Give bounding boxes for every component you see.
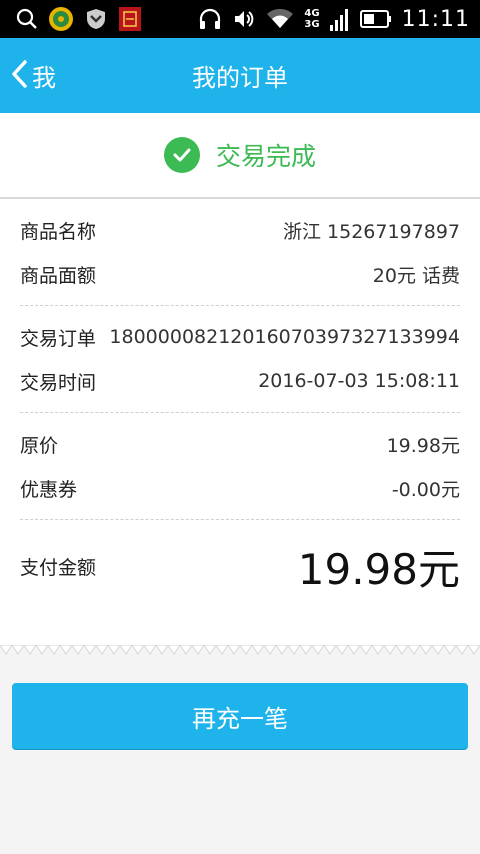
network-3g-label: 3G — [304, 19, 320, 30]
goods-section: 商品名称 浙江 15267197897 商品面额 20元 话费 — [0, 199, 480, 305]
trade-time-row: 交易时间 2016-07-03 15:08:11 — [20, 359, 460, 403]
goods-denomination-label: 商品面额 — [20, 264, 97, 287]
goods-name-value: 浙江 15267197897 — [282, 220, 460, 243]
trade-time-label: 交易时间 — [20, 371, 97, 394]
check-circle-icon — [163, 137, 200, 173]
coupon-label: 优惠券 — [20, 478, 78, 501]
network-4g-label: 4G — [304, 8, 320, 19]
coupon-row: 优惠券 -0.00元 — [20, 466, 460, 510]
app-header: 我 我的订单 — [0, 38, 480, 113]
payment-label: 支付金额 — [20, 556, 97, 579]
page-title: 我的订单 — [192, 64, 288, 92]
headphones-icon — [198, 7, 222, 31]
receipt-edge — [0, 645, 480, 655]
order-number-value: 18000008212016070397327133994 — [109, 326, 460, 348]
network-type: 4G 3G — [304, 8, 319, 30]
trade-status: 交易完成 — [0, 113, 480, 199]
recharge-again-button[interactable]: 再充一笔 — [12, 683, 468, 749]
signal-icon — [329, 7, 350, 31]
clock-time: 11:11 — [401, 6, 470, 32]
payment-amount: 19.98元 — [297, 544, 460, 594]
trade-status-text: 交易完成 — [215, 142, 316, 171]
trade-section: 交易订单 18000008212016070397327133994 交易时间 … — [0, 306, 480, 412]
back-button[interactable]: 我 — [10, 38, 56, 113]
order-number-label: 交易订单 — [20, 327, 97, 350]
volume-icon — [232, 7, 256, 31]
goods-name-row: 商品名称 浙江 15267197897 — [20, 208, 460, 252]
search-icon — [16, 8, 38, 30]
shield-app-icon — [84, 7, 108, 31]
battery-icon — [359, 9, 392, 29]
original-price-label: 原价 — [20, 434, 59, 457]
original-price-row: 原价 19.98元 — [20, 422, 460, 466]
price-section: 原价 19.98元 优惠券 -0.00元 — [0, 413, 480, 519]
original-price-value: 19.98元 — [386, 434, 460, 457]
goods-denomination-value: 20元 话费 — [372, 264, 460, 287]
trade-time-value: 2016-07-03 15:08:11 — [258, 370, 460, 392]
goods-name-label: 商品名称 — [20, 220, 97, 243]
payment-row: 支付金额 19.98元 — [0, 528, 480, 604]
red-app-icon — [118, 6, 142, 32]
music-app-icon — [48, 6, 74, 32]
status-bar: 4G 3G 11:11 — [0, 0, 480, 38]
order-number-row: 交易订单 18000008212016070397327133994 — [20, 315, 460, 359]
wifi-icon — [266, 8, 294, 30]
dashed-divider — [20, 519, 460, 520]
coupon-value: -0.00元 — [391, 478, 460, 501]
goods-denomination-row: 商品面额 20元 话费 — [20, 252, 460, 296]
chevron-left-icon — [10, 59, 28, 93]
order-detail-card: 交易完成 商品名称 浙江 15267197897 商品面额 20元 话费 交易订… — [0, 113, 480, 645]
back-label: 我 — [32, 64, 56, 92]
